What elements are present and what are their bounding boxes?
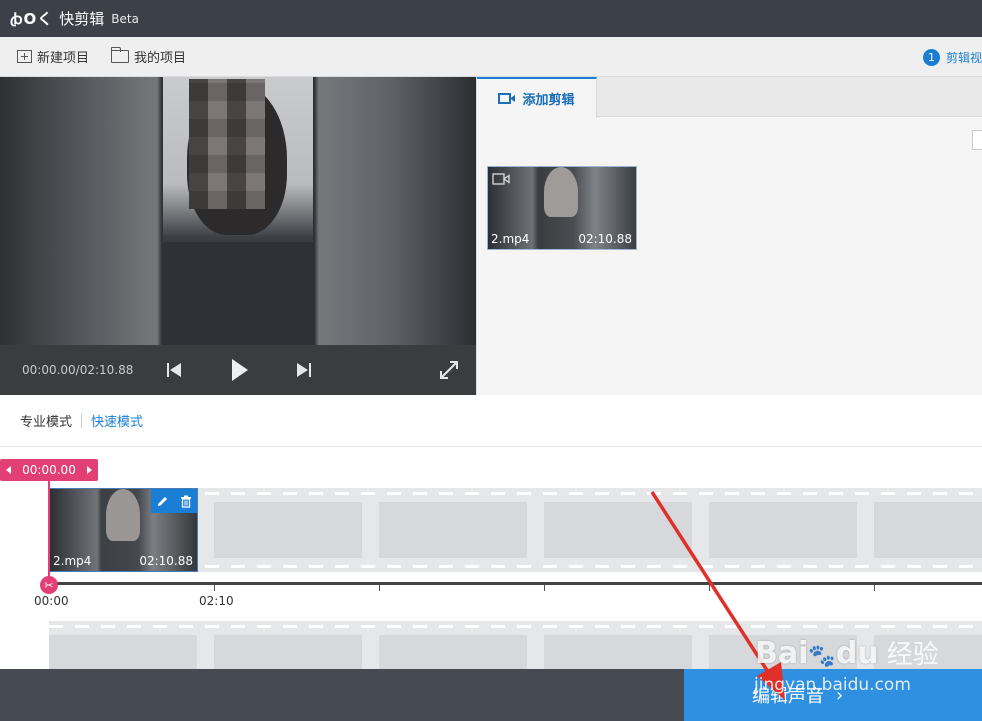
ruler-tick xyxy=(379,585,380,591)
ruler-tick xyxy=(874,585,875,591)
edit-audio-label: 编辑声音 xyxy=(752,686,824,707)
toolbar: 新建项目 我的项目 1 剪辑视 xyxy=(0,37,982,77)
ruler-tick xyxy=(544,585,545,591)
step-indicator[interactable]: 1 剪辑视 xyxy=(922,37,982,77)
my-projects-label: 我的项目 xyxy=(134,51,187,66)
beta-badge: Beta xyxy=(111,11,139,26)
playhead-right-arrow-icon[interactable] xyxy=(87,466,92,474)
mode-divider xyxy=(81,413,83,428)
fast-mode-tab[interactable]: 快速模式 xyxy=(91,411,143,430)
clip-thumbnail[interactable]: 2.mp4 02:10.88 xyxy=(487,166,637,250)
playback-time: 00:00.00/02:10.88 xyxy=(22,363,134,377)
clip-tools xyxy=(151,489,197,513)
mode-switch: 专业模式 快速模式 xyxy=(0,395,982,447)
scissors-icon[interactable]: ✂ xyxy=(40,576,58,594)
step-label: 剪辑视 xyxy=(945,50,982,65)
audio-track xyxy=(49,621,982,669)
video-camera-icon xyxy=(498,93,516,104)
timeline-clip[interactable]: 2.mp4 02:10.88 xyxy=(49,488,198,572)
step-number: 1 xyxy=(922,48,940,66)
fullscreen-icon[interactable] xyxy=(436,357,462,383)
title-bar: ꞗOく 快剪辑 Beta xyxy=(0,0,982,37)
new-project-button[interactable]: 新建项目 xyxy=(17,47,89,66)
ruler-label-start: 00:00 xyxy=(34,594,69,608)
player-controls: 00:00.00/02:10.88 xyxy=(0,345,476,395)
playhead-time: 00:00.00 xyxy=(22,463,76,477)
play-icon[interactable] xyxy=(226,357,252,383)
logo-icon: ꞗOく xyxy=(10,10,54,28)
clip-thumbnail-image xyxy=(106,489,140,541)
app-logo: ꞗOく 快剪辑 Beta xyxy=(10,8,139,29)
skip-forward-icon[interactable] xyxy=(291,357,317,383)
playhead-line[interactable] xyxy=(48,481,50,583)
clip-duration: 02:10.88 xyxy=(578,232,632,246)
clip-panel: 添加剪辑 2.mp4 02:10.88 xyxy=(476,77,982,395)
pro-mode-tab[interactable]: 专业模式 xyxy=(20,411,72,430)
video-type-icon xyxy=(492,173,510,185)
panel-side-button[interactable] xyxy=(972,130,982,150)
video-subject xyxy=(163,77,313,345)
timeline-clip-name: 2.mp4 xyxy=(53,554,92,568)
ruler-tick xyxy=(709,585,710,591)
folder-icon xyxy=(111,47,130,63)
clip-name: 2.mp4 xyxy=(491,232,530,246)
clip-tabs: 添加剪辑 xyxy=(477,77,982,118)
video-frame xyxy=(0,77,476,345)
ruler-label-end: 02:10 xyxy=(199,594,234,608)
video-preview: 00:00.00/02:10.88 xyxy=(0,77,476,395)
playhead-left-arrow-icon[interactable] xyxy=(6,466,11,474)
new-project-label: 新建项目 xyxy=(37,51,90,66)
thumbnail-image xyxy=(544,167,578,217)
tab-add-clip[interactable]: 添加剪辑 xyxy=(477,77,597,118)
skip-back-icon[interactable] xyxy=(161,357,187,383)
playhead-time-badge[interactable]: 00:00.00 xyxy=(0,459,98,481)
pixelated-face xyxy=(189,79,265,209)
timeline-ruler xyxy=(49,582,982,585)
delete-trash-icon[interactable] xyxy=(174,489,197,513)
tab-add-clip-label: 添加剪辑 xyxy=(522,93,575,108)
edit-audio-button[interactable]: 编辑声音 › xyxy=(684,669,982,721)
edit-pencil-icon[interactable] xyxy=(151,489,174,513)
chevron-right-icon: › xyxy=(836,684,844,706)
app-name: 快剪辑 xyxy=(59,10,105,28)
my-projects-button[interactable]: 我的项目 xyxy=(111,47,186,66)
ruler-tick xyxy=(214,585,215,591)
timeline-clip-duration: 02:10.88 xyxy=(139,554,193,568)
new-project-icon xyxy=(17,50,32,63)
